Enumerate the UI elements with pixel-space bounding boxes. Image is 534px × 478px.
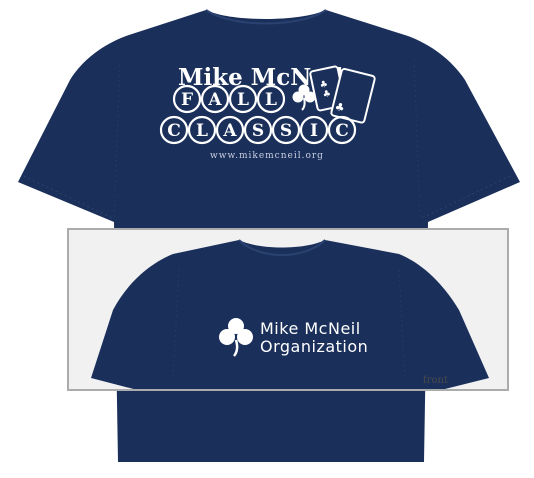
shirt-front-body [91, 240, 489, 389]
classic-letter: L [196, 121, 208, 141]
fall-letter: L [237, 90, 249, 110]
fall-letter: L [265, 90, 277, 110]
classic-letter: S [280, 121, 292, 141]
classic-letter: C [167, 121, 181, 141]
front-label: front [423, 375, 448, 386]
classic-letter: S [252, 121, 264, 141]
shirt-front: Mike McNeil Organization [91, 239, 489, 389]
classic-letter: C [335, 121, 349, 141]
org-name-line1: Mike McNeil [260, 319, 361, 338]
website-url: www.mikemcneil.org [210, 151, 324, 161]
front-view-panel: Mike McNeil Organization [67, 228, 509, 391]
fall-letter: F [181, 90, 193, 110]
classic-letter: I [310, 121, 318, 141]
tshirt-mockup: Mike McNeil ♣ ♣ ♣ F A L L C L A S S I C … [0, 0, 534, 478]
classic-letter: A [222, 121, 237, 141]
org-name-line2: Organization [260, 337, 368, 356]
fall-letter: A [207, 90, 222, 110]
